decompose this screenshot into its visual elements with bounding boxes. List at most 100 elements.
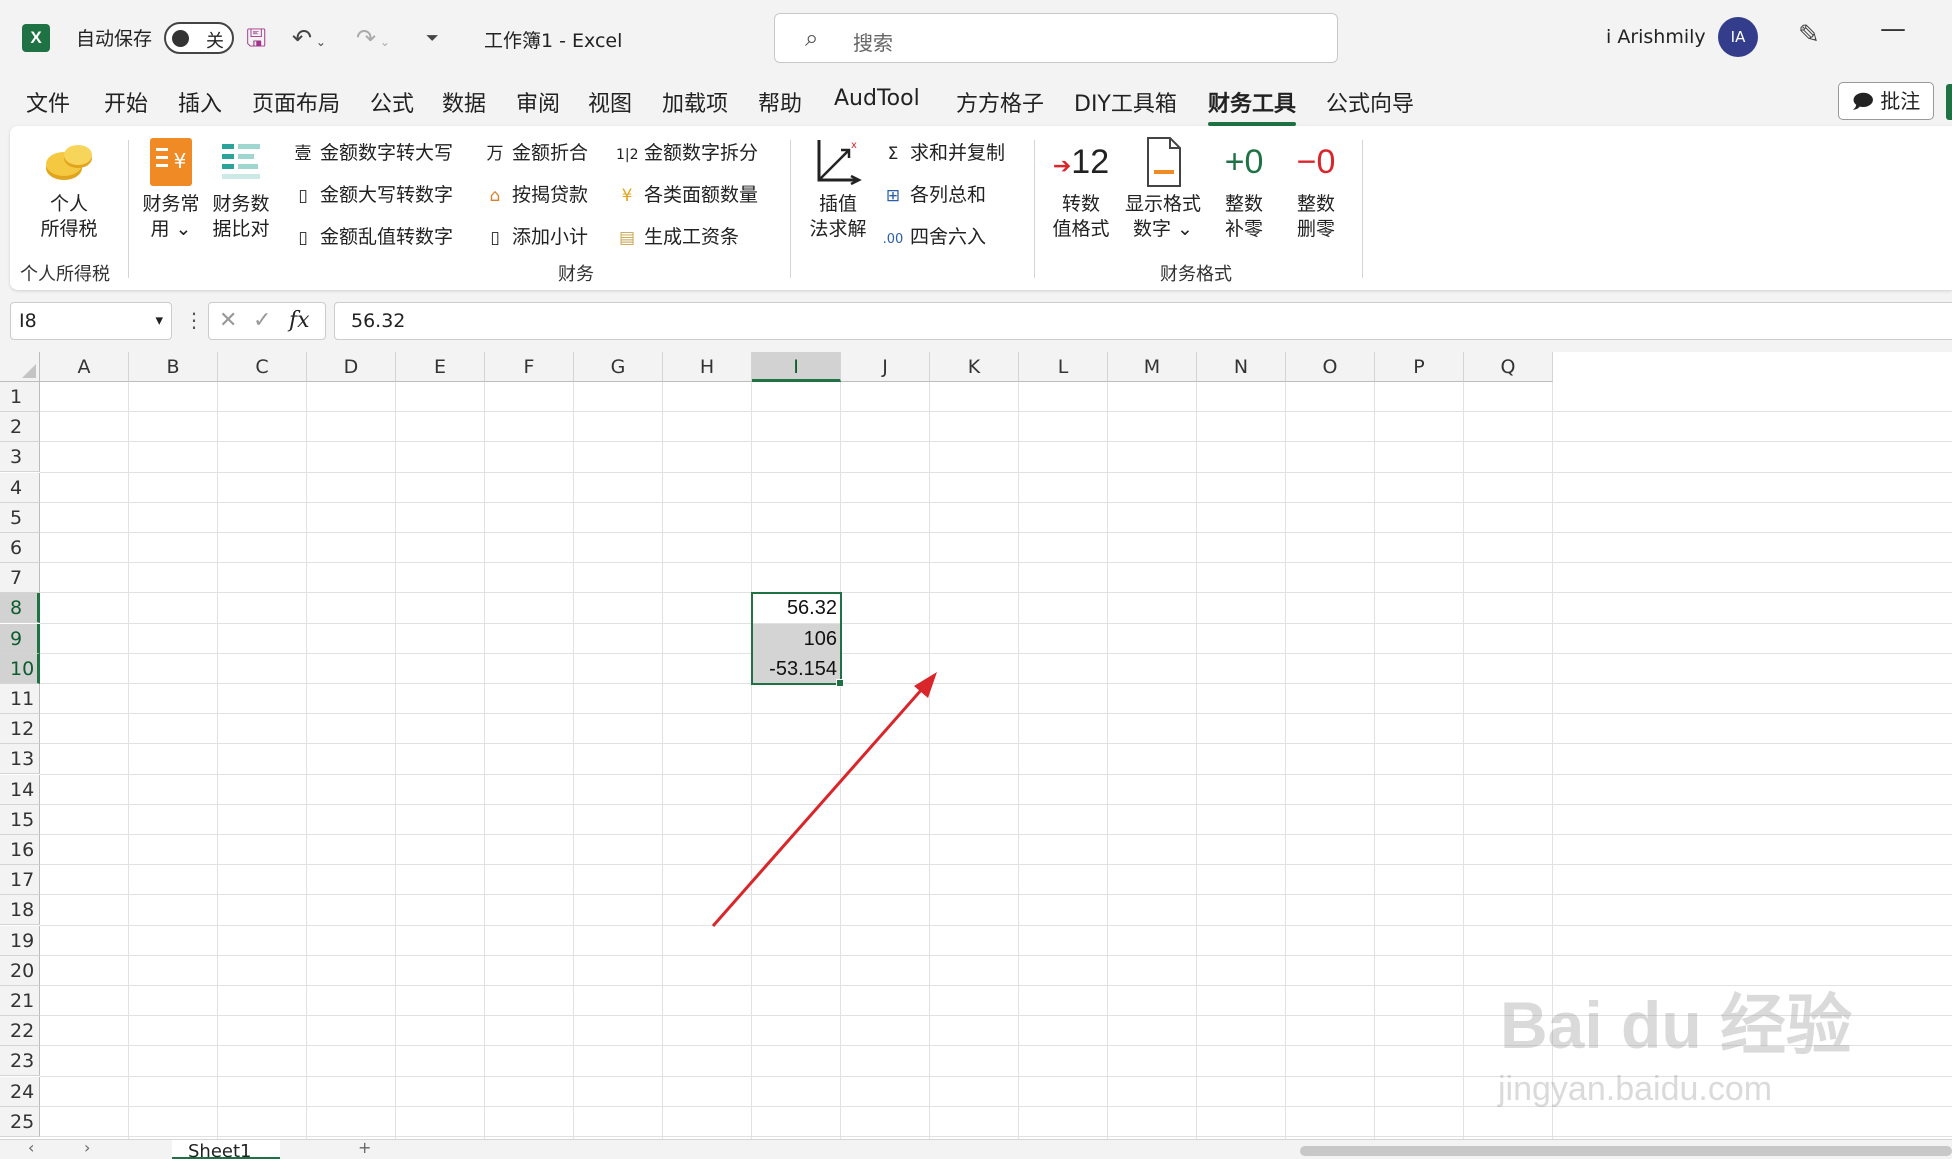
- tab-data[interactable]: 数据: [442, 86, 486, 118]
- comment-label: 批注: [1880, 89, 1921, 113]
- uppercase-char-icon: 壹: [294, 144, 312, 164]
- customize-toolbar-icon[interactable]: ⏷: [426, 20, 439, 56]
- sheet-tab[interactable]: Sheet1: [172, 1140, 280, 1159]
- round-pad-zero-button[interactable]: +0 整数 补零: [1214, 136, 1274, 242]
- spreadsheet-grid[interactable]: A B C D E F G H I J K L M N O P Q 1 2 3 4 5 6 7 8 9 10 11 12 13 14 15 16…: [0, 352, 1952, 1139]
- name-box[interactable]: I8 ▾: [10, 302, 172, 340]
- column-sum-icon: ⊞: [885, 186, 901, 206]
- undo-icon[interactable]: ↶ ⌄: [292, 20, 326, 56]
- round-del-label-1: 整数: [1296, 193, 1335, 215]
- tab-audtool[interactable]: AudTool: [834, 86, 920, 111]
- finance-compare-label-2: 据比对: [212, 218, 270, 240]
- sum-and-copy-button[interactable]: Σ 求和并复制: [882, 138, 1005, 165]
- group-separator: [1034, 140, 1035, 278]
- title-bar: X 自动保存 关 🖫 ↶ ⌄ ↷ ⌄ ⏷ 工作簿1 - Excel ⌕ 搜索 i…: [0, 0, 1952, 76]
- tab-file[interactable]: 文件: [26, 86, 70, 118]
- bookmark-icon: ▯: [298, 228, 308, 248]
- to-number-format-icon: ➔12: [1052, 143, 1110, 181]
- cancel-icon[interactable]: ✕: [219, 308, 237, 333]
- save-icon[interactable]: 🖫: [246, 20, 266, 56]
- amount-split-button[interactable]: 1|2 金额数字拆分: [616, 138, 758, 165]
- tab-help[interactable]: 帮助: [758, 86, 802, 118]
- avatar[interactable]: IA: [1718, 17, 1758, 57]
- insert-function-icon[interactable]: fx: [289, 308, 310, 333]
- messy-to-number-button[interactable]: ▯ 金额乱值转数字: [292, 222, 453, 249]
- data-compare-icon: [222, 144, 260, 179]
- prev-sheet-icon[interactable]: ‹: [28, 1138, 34, 1157]
- bookmark-icon: ▯: [490, 228, 500, 248]
- sum-and-copy-label: 求和并复制: [910, 142, 1006, 164]
- search-box[interactable]: ⌕ 搜索: [774, 13, 1338, 63]
- round-delete-zero-button[interactable]: −0 整数 删零: [1286, 136, 1346, 242]
- to-number-icon-text: 12: [1071, 143, 1110, 181]
- round-half-even-button[interactable]: .00 四舍六入: [882, 222, 986, 249]
- amount-convert-button[interactable]: 万金额折合: [484, 138, 589, 165]
- round-pad-label-1: 整数: [1224, 193, 1263, 215]
- group-label-personal-tax: 个人所得税: [20, 264, 110, 285]
- denomination-count-label: 各类面额数量: [644, 184, 759, 206]
- tab-finance-tools[interactable]: 财务工具: [1208, 86, 1297, 126]
- finance-common-label-2: 用 ⌄: [150, 218, 192, 240]
- to-number-format-button[interactable]: ➔12 转数 值格式: [1046, 136, 1116, 242]
- payslip-label: 生成工资条: [644, 226, 740, 248]
- tab-diy-toolbox[interactable]: DIY工具箱: [1074, 86, 1177, 118]
- yen-icon: ¥: [621, 186, 633, 206]
- add-sheet-button[interactable]: +: [358, 1138, 371, 1157]
- personal-tax-button[interactable]: 个人 所得税: [24, 136, 114, 242]
- enter-icon[interactable]: ✓: [253, 308, 271, 333]
- svg-text:¥: ¥: [174, 149, 187, 173]
- tab-view[interactable]: 视图: [588, 86, 632, 118]
- pen-icon[interactable]: ✎: [1798, 20, 1820, 50]
- payslip-icon: ▤: [618, 228, 636, 248]
- tab-insert[interactable]: 插入: [178, 86, 222, 118]
- more-options-icon[interactable]: ⋮: [184, 308, 204, 332]
- document-format-icon: [1147, 137, 1181, 187]
- tab-addins[interactable]: 加载项: [662, 86, 728, 118]
- amount-to-uppercase-button[interactable]: 壹金额数字转大写: [292, 138, 454, 165]
- amount-convert-label: 金额折合: [512, 142, 589, 164]
- finance-common-icon: ¥: [150, 138, 192, 186]
- mortgage-label: 按揭贷款: [512, 184, 589, 206]
- redo-icon[interactable]: ↷ ⌄: [356, 20, 390, 56]
- to-number-format-label-1: 转数: [1061, 193, 1100, 215]
- finance-compare-button[interactable]: 财务数 据比对: [208, 136, 274, 242]
- split-digits-icon: 1|2: [616, 147, 639, 163]
- tab-formulas[interactable]: 公式: [370, 86, 414, 118]
- tab-home[interactable]: 开始: [104, 86, 148, 118]
- finance-common-button[interactable]: ¥ 财务常 用 ⌄: [138, 136, 204, 242]
- comment-button[interactable]: 🗩 批注: [1838, 82, 1934, 120]
- user-name[interactable]: i Arishmily: [1606, 26, 1706, 48]
- interpolation-button[interactable]: x 插值 法求解: [802, 136, 874, 242]
- coins-icon: [46, 145, 92, 180]
- add-subtotal-button[interactable]: ▯ 添加小计: [484, 222, 588, 249]
- denomination-count-button[interactable]: ¥ 各类面额数量: [616, 180, 758, 207]
- group-separator: [128, 140, 129, 278]
- group-separator: [790, 140, 791, 278]
- uppercase-to-number-button[interactable]: ▯ 金额大写转数字: [292, 180, 453, 207]
- delete-zero-icon: −0: [1296, 143, 1336, 181]
- horizontal-scrollbar[interactable]: [1300, 1146, 1952, 1156]
- tab-review[interactable]: 审阅: [516, 86, 560, 118]
- tab-formula-wizard[interactable]: 公式向导: [1326, 86, 1414, 118]
- tab-fangfang[interactable]: 方方格子: [956, 86, 1044, 118]
- round-pad-label-2: 补零: [1224, 218, 1263, 240]
- formula-input[interactable]: 56.32: [334, 302, 1952, 340]
- column-totals-button[interactable]: ⊞ 各列总和: [882, 180, 986, 207]
- mortgage-button[interactable]: ⌂ 按揭贷款: [484, 180, 588, 207]
- payslip-button[interactable]: ▤ 生成工资条: [616, 222, 739, 249]
- decimal-round-icon: .00: [882, 232, 904, 247]
- next-sheet-icon[interactable]: ›: [84, 1138, 90, 1157]
- autosave-toggle[interactable]: 关: [164, 22, 234, 54]
- minimize-icon[interactable]: —: [1880, 14, 1906, 44]
- uppercase-to-number-label: 金额大写转数字: [320, 184, 454, 206]
- search-placeholder: 搜索: [853, 31, 893, 55]
- add-subtotal-label: 添加小计: [512, 226, 589, 248]
- share-button-edge[interactable]: [1946, 84, 1952, 120]
- show-format-number-button[interactable]: 显示格式 数字 ⌄: [1120, 136, 1206, 242]
- messy-to-number-label: 金额乱值转数字: [320, 226, 454, 248]
- pad-zero-icon: +0: [1224, 143, 1264, 181]
- amount-to-uppercase-label: 金额数字转大写: [320, 142, 454, 164]
- chevron-down-icon[interactable]: ▾: [155, 311, 163, 329]
- tab-page-layout[interactable]: 页面布局: [252, 86, 340, 118]
- amount-split-label: 金额数字拆分: [644, 142, 759, 164]
